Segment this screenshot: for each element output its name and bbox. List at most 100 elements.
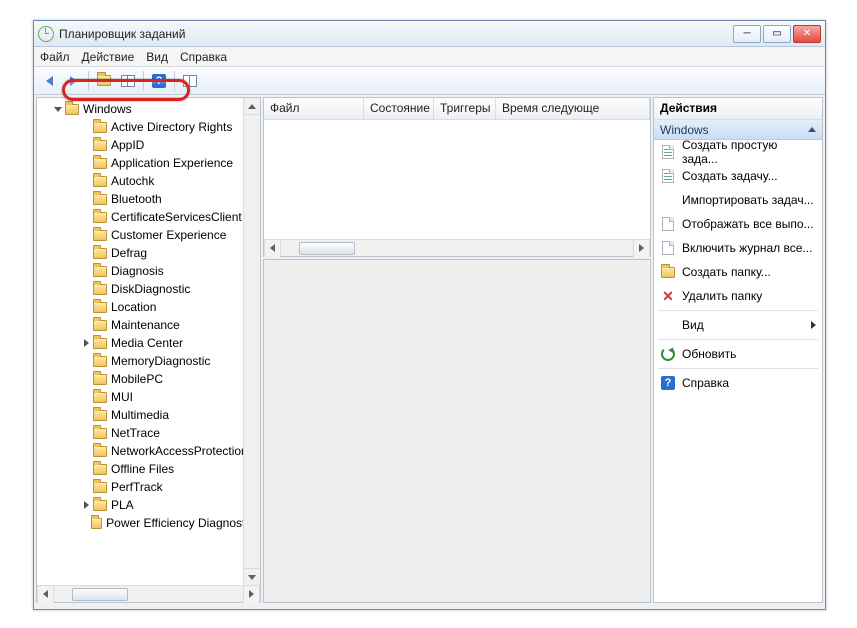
folder-up-icon <box>97 75 111 86</box>
action-create-basic-task[interactable]: Создать простую зада... <box>654 140 822 164</box>
folder-icon <box>93 140 107 151</box>
new-folder-icon <box>660 264 676 280</box>
action-show-running[interactable]: Отображать все выпо... <box>654 212 822 236</box>
tree-node[interactable]: AppID <box>37 136 260 154</box>
scroll-up-button[interactable] <box>244 98 260 115</box>
folder-icon <box>93 302 107 313</box>
action-label: Включить журнал все... <box>682 241 812 255</box>
action-view-submenu[interactable]: Вид <box>654 313 822 337</box>
folder-icon <box>93 248 107 259</box>
action-separator <box>658 339 818 340</box>
minimize-icon: ─ <box>743 29 750 39</box>
twisty-icon <box>81 446 91 456</box>
action-separator <box>658 310 818 311</box>
titlebar[interactable]: Планировщик заданий ─ ▭ ✕ <box>34 21 825 47</box>
column-next-run[interactable]: Время следующе <box>496 98 650 119</box>
tree-label: Active Directory Rights <box>111 120 232 134</box>
twisty-icon <box>81 122 91 132</box>
action-refresh[interactable]: Обновить <box>654 342 822 366</box>
twisty-icon <box>81 464 91 474</box>
scroll-left-button[interactable] <box>37 586 54 603</box>
tree-node[interactable]: MemoryDiagnostic <box>37 352 260 370</box>
arrow-left-icon <box>43 590 48 598</box>
tree-node[interactable]: Media Center <box>37 334 260 352</box>
action-label: Удалить папку <box>682 289 762 303</box>
scroll-left-button[interactable] <box>264 240 281 257</box>
tree-node[interactable]: Customer Experience <box>37 226 260 244</box>
tree-node[interactable]: Diagnosis <box>37 262 260 280</box>
scroll-right-button[interactable] <box>243 586 260 603</box>
tree-label: PerfTrack <box>111 480 163 494</box>
tree-node[interactable]: DiskDiagnostic <box>37 280 260 298</box>
tree-node[interactable]: NetTrace <box>37 424 260 442</box>
action-new-folder[interactable]: Создать папку... <box>654 260 822 284</box>
minimize-button[interactable]: ─ <box>733 25 761 43</box>
tree-node[interactable]: MUI <box>37 388 260 406</box>
tree-node[interactable]: CertificateServicesClient <box>37 208 260 226</box>
collapse-icon <box>808 127 816 132</box>
tree-horizontal-scrollbar[interactable] <box>37 585 260 602</box>
action-help[interactable]: ? Справка <box>654 371 822 395</box>
twisty-icon <box>81 392 91 402</box>
column-file[interactable]: Файл <box>264 98 364 119</box>
tree-node[interactable]: PerfTrack <box>37 478 260 496</box>
scroll-thumb[interactable] <box>299 242 355 255</box>
menu-action[interactable]: Действие <box>82 50 135 64</box>
twisty-icon <box>81 482 91 492</box>
twisty-icon[interactable] <box>53 104 63 114</box>
twisty-icon <box>81 230 91 240</box>
action-delete-folder[interactable]: ✕ Удалить папку <box>654 284 822 308</box>
task-scheduler-window: Планировщик заданий ─ ▭ ✕ Файл Действие … <box>33 20 826 610</box>
toolbar-separator <box>174 71 175 91</box>
tree-node[interactable]: Power Efficiency Diagnostics <box>37 514 260 532</box>
tree-node[interactable]: Offline Files <box>37 460 260 478</box>
tree-view[interactable]: Windows Active Directory Rights AppID Appli… <box>37 98 260 585</box>
tree-node-root[interactable]: Windows <box>37 100 260 118</box>
arrow-right-icon <box>639 244 644 252</box>
menu-file[interactable]: Файл <box>40 50 70 64</box>
tree-node[interactable]: Autochk <box>37 172 260 190</box>
tree-label: Offline Files <box>111 462 174 476</box>
tree-node[interactable]: Location <box>37 298 260 316</box>
twisty-icon[interactable] <box>81 500 91 510</box>
action-enable-history[interactable]: Включить журнал все... <box>654 236 822 260</box>
scroll-down-button[interactable] <box>244 568 260 585</box>
tree-node[interactable]: Application Experience <box>37 154 260 172</box>
tree-vertical-scrollbar[interactable] <box>243 98 260 585</box>
tree-node[interactable]: MobilePC <box>37 370 260 388</box>
task-basic-icon <box>660 144 676 160</box>
properties-button[interactable] <box>179 70 201 92</box>
actions-context-header[interactable]: Windows <box>654 120 822 140</box>
scroll-thumb[interactable] <box>72 588 128 601</box>
tree-node[interactable]: Active Directory Rights <box>37 118 260 136</box>
tree-label: Bluetooth <box>111 192 162 206</box>
tree-node[interactable]: Bluetooth <box>37 190 260 208</box>
tree-node[interactable]: Defrag <box>37 244 260 262</box>
column-triggers[interactable]: Триггеры <box>434 98 496 119</box>
twisty-icon <box>81 518 89 528</box>
tree-node[interactable]: Maintenance <box>37 316 260 334</box>
toolbar-separator <box>143 71 144 91</box>
help-icon: ? <box>152 74 166 88</box>
action-import-task[interactable]: Импортировать задач... <box>654 188 822 212</box>
tree-node[interactable]: NetworkAccessProtection <box>37 442 260 460</box>
menu-help[interactable]: Справка <box>180 50 227 64</box>
scroll-right-button[interactable] <box>633 240 650 257</box>
help-button[interactable]: ? <box>148 70 170 92</box>
tree-node[interactable]: Multimedia <box>37 406 260 424</box>
tree-label: AppID <box>111 138 144 152</box>
action-create-task[interactable]: Создать задачу... <box>654 164 822 188</box>
column-state[interactable]: Состояние <box>364 98 434 119</box>
maximize-button[interactable]: ▭ <box>763 25 791 43</box>
task-list-body[interactable] <box>264 120 650 239</box>
tree-node[interactable]: PLA <box>37 496 260 514</box>
panes-button[interactable] <box>117 70 139 92</box>
list-horizontal-scrollbar[interactable] <box>264 239 650 256</box>
close-button[interactable]: ✕ <box>793 25 821 43</box>
nav-back-button[interactable] <box>38 70 60 92</box>
up-folder-button[interactable] <box>93 70 115 92</box>
twisty-icon[interactable] <box>81 338 91 348</box>
action-label: Создать папку... <box>682 265 771 279</box>
menu-view[interactable]: Вид <box>146 50 168 64</box>
nav-forward-button[interactable] <box>62 70 84 92</box>
